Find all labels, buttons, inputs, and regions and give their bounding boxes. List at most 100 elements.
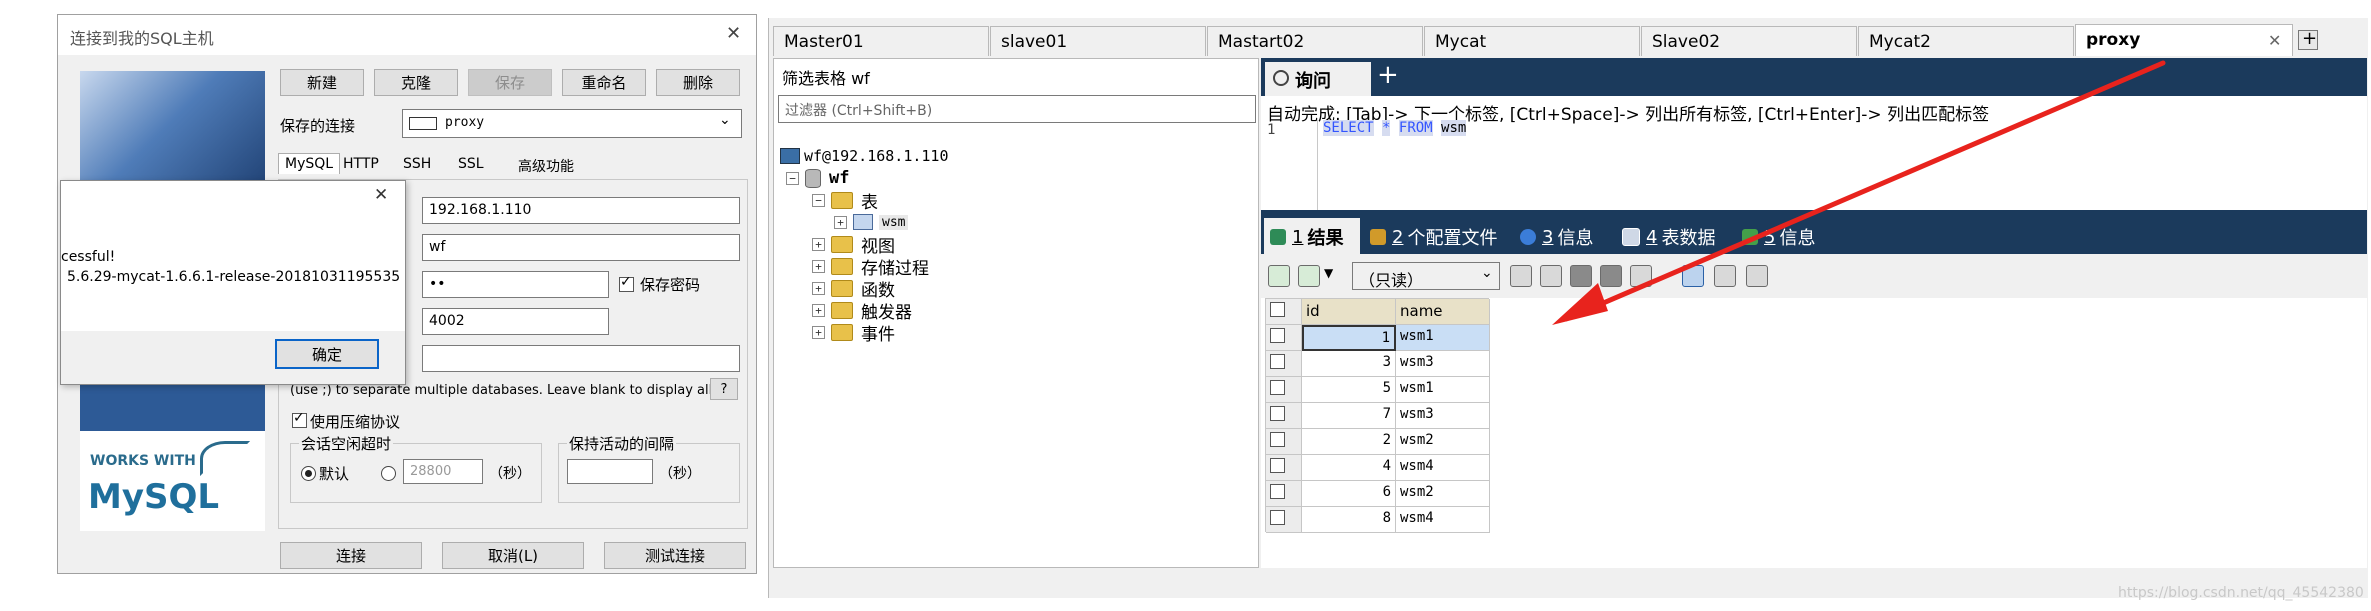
- new-button[interactable]: 新建: [280, 69, 364, 96]
- tree-events[interactable]: + 事件: [812, 321, 895, 345]
- tab-slave01[interactable]: slave01: [990, 26, 1206, 56]
- tab-ssh[interactable]: SSH: [403, 156, 431, 172]
- tree-tables[interactable]: − 表: [812, 189, 878, 213]
- dialog-title: 连接到我的SQL主机: [70, 29, 214, 48]
- cell-name[interactable]: wsm3: [1396, 403, 1490, 429]
- cell-name[interactable]: wsm1: [1396, 377, 1490, 403]
- tab-close-icon[interactable]: ✕: [2268, 31, 2281, 50]
- clone-button[interactable]: 克隆: [374, 69, 458, 96]
- tree-triggers[interactable]: + 触发器: [812, 299, 912, 323]
- checkbox-icon: [1270, 302, 1285, 317]
- tab-mycat2[interactable]: Mycat2: [1858, 26, 2074, 56]
- password-input[interactable]: ••: [422, 271, 609, 298]
- connect-button[interactable]: 连接: [280, 542, 422, 569]
- tab-mysql[interactable]: MySQL: [278, 153, 341, 174]
- cell-name[interactable]: wsm4: [1396, 507, 1490, 533]
- tab-ssl[interactable]: SSL: [458, 156, 484, 172]
- help-button[interactable]: ?: [710, 378, 738, 400]
- check-mark-icon: ✓: [293, 410, 305, 426]
- cell-name[interactable]: wsm2: [1396, 481, 1490, 507]
- cell-id[interactable]: 2: [1302, 429, 1396, 455]
- chevron-down-icon: ⌄: [719, 112, 731, 128]
- custom-radio[interactable]: [381, 466, 396, 481]
- cell-id[interactable]: 6: [1302, 481, 1396, 507]
- timeout-input[interactable]: 28800: [403, 459, 483, 484]
- add-row-icon[interactable]: [1268, 265, 1290, 287]
- row-checkbox-cell[interactable]: [1266, 351, 1302, 377]
- tab-http[interactable]: HTTP: [343, 156, 379, 172]
- row-checkbox-cell[interactable]: [1266, 429, 1302, 455]
- default-radio[interactable]: [301, 466, 316, 481]
- expand-icon[interactable]: +: [812, 303, 825, 317]
- grid-header-id[interactable]: id: [1302, 299, 1396, 325]
- cell-name[interactable]: wsm4: [1396, 455, 1490, 481]
- saved-conn-select[interactable]: proxy ⌄: [402, 109, 742, 138]
- add-query-icon[interactable]: +: [1377, 60, 1399, 90]
- row-checkbox-cell[interactable]: [1266, 455, 1302, 481]
- cell-name[interactable]: wsm2: [1396, 429, 1490, 455]
- dropdown-arrow-icon[interactable]: ▼: [1324, 266, 1333, 280]
- user-input[interactable]: wf: [422, 234, 740, 261]
- cancel-button[interactable]: 取消(L): [442, 542, 584, 569]
- tab-mastart02[interactable]: Mastart02: [1207, 26, 1423, 56]
- duplicate-icon[interactable]: [1510, 265, 1532, 287]
- tree-db-wf[interactable]: − wf: [786, 167, 849, 189]
- dialog-close-icon[interactable]: ✕: [726, 23, 741, 44]
- cell-id[interactable]: 5: [1302, 377, 1396, 403]
- expand-icon[interactable]: +: [812, 325, 825, 339]
- tab-advanced[interactable]: 高级功能: [518, 156, 574, 176]
- result-tab-profiles[interactable]: 2 个配置文件: [1370, 222, 1497, 252]
- host-input[interactable]: 192.168.1.110: [422, 197, 740, 224]
- row-checkbox-cell[interactable]: [1266, 403, 1302, 429]
- tab-mycat[interactable]: Mycat: [1424, 26, 1640, 56]
- grid-header-name[interactable]: name: [1396, 299, 1490, 325]
- expand-icon[interactable]: +: [812, 237, 825, 251]
- row-checkbox-cell[interactable]: [1266, 507, 1302, 533]
- tree-funcs[interactable]: + 函数: [812, 277, 895, 301]
- expand-icon[interactable]: +: [834, 215, 847, 229]
- grid-select-all[interactable]: [1266, 299, 1302, 325]
- cell-id[interactable]: 8: [1302, 507, 1396, 533]
- rename-button[interactable]: 重命名: [562, 69, 646, 96]
- delete-button[interactable]: 删除: [656, 69, 740, 96]
- save-password-checkbox[interactable]: ✓: [619, 274, 634, 292]
- tree-table-wsm[interactable]: + wsm: [834, 211, 909, 233]
- folder-icon: [831, 301, 853, 319]
- readonly-select[interactable]: （只读） ⌄: [1352, 262, 1500, 290]
- ok-button[interactable]: 确定: [275, 339, 379, 369]
- database-input[interactable]: [422, 345, 740, 372]
- export-icon[interactable]: [1298, 265, 1320, 287]
- line-number: 1: [1267, 122, 1276, 138]
- object-browser: 筛选表格 wf 过滤器 (Ctrl+Shift+B) wf@192.168.1.…: [773, 58, 1259, 568]
- keepalive-input[interactable]: [567, 459, 653, 484]
- add-tab-button[interactable]: +: [2298, 28, 2318, 50]
- compress-checkbox[interactable]: ✓: [292, 410, 307, 428]
- row-checkbox-cell[interactable]: [1266, 325, 1302, 351]
- cell-id[interactable]: 4: [1302, 455, 1396, 481]
- expand-icon[interactable]: +: [812, 259, 825, 273]
- query-tab[interactable]: 询问: [1265, 62, 1371, 96]
- dialog-titlebar: 连接到我的SQL主机 ✕: [58, 15, 756, 55]
- tab-proxy[interactable]: proxy: [2075, 24, 2293, 56]
- cell-id[interactable]: 3: [1302, 351, 1396, 377]
- popup-close-icon[interactable]: ✕: [374, 185, 388, 205]
- result-tab-results[interactable]: 1 结果: [1270, 222, 1343, 252]
- collapse-icon[interactable]: −: [786, 171, 799, 185]
- save-button[interactable]: 保存: [468, 69, 552, 96]
- test-connection-button[interactable]: 测试连接: [604, 542, 746, 569]
- tab-slave02[interactable]: Slave02: [1641, 26, 1857, 56]
- tree-procs[interactable]: + 存储过程: [812, 255, 929, 279]
- tree-connection[interactable]: wf@192.168.1.110: [780, 145, 949, 167]
- cell-name[interactable]: wsm3: [1396, 351, 1490, 377]
- row-checkbox-cell[interactable]: [1266, 377, 1302, 403]
- cell-id[interactable]: 7: [1302, 403, 1396, 429]
- filter-input[interactable]: 过滤器 (Ctrl+Shift+B): [778, 95, 1256, 123]
- tree-views[interactable]: + 视图: [812, 233, 895, 257]
- row-checkbox-cell[interactable]: [1266, 481, 1302, 507]
- collapse-icon[interactable]: −: [812, 193, 825, 207]
- port-input[interactable]: 4002: [422, 308, 609, 335]
- expand-icon[interactable]: +: [812, 281, 825, 295]
- cell-name[interactable]: wsm1: [1396, 325, 1490, 351]
- cell-id[interactable]: 1: [1302, 325, 1396, 351]
- tab-master01[interactable]: Master01: [773, 26, 989, 56]
